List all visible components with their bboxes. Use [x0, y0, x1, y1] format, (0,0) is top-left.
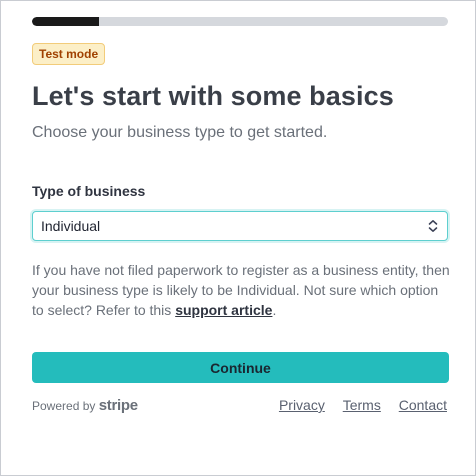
footer-links: Privacy Terms Contact	[265, 397, 447, 413]
onboarding-card: Test mode Let's start with some basics C…	[0, 0, 476, 476]
contact-link[interactable]: Contact	[399, 397, 447, 413]
business-type-select[interactable]: Individual	[32, 211, 448, 241]
powered-by: Powered by stripe	[32, 397, 138, 414]
powered-by-text: Powered by	[32, 399, 99, 413]
test-mode-badge: Test mode	[32, 43, 106, 65]
continue-button[interactable]: Continue	[32, 352, 449, 383]
privacy-link[interactable]: Privacy	[279, 397, 325, 413]
help-text-after: .	[272, 302, 277, 318]
business-type-value: Individual	[41, 218, 101, 234]
page-subtitle: Choose your business type to get started…	[32, 124, 328, 141]
progress-fill	[32, 17, 99, 26]
support-article-link[interactable]: support article	[175, 302, 272, 318]
terms-link[interactable]: Terms	[343, 397, 381, 413]
chevron-up-down-icon	[428, 219, 438, 232]
business-type-help-text: If you have not filed paperwork to regis…	[32, 260, 450, 320]
page-title: Let's start with some basics	[32, 81, 394, 111]
business-type-label: Type of business	[32, 183, 146, 199]
progress-bar	[32, 17, 448, 26]
stripe-logo: stripe	[98, 397, 138, 414]
